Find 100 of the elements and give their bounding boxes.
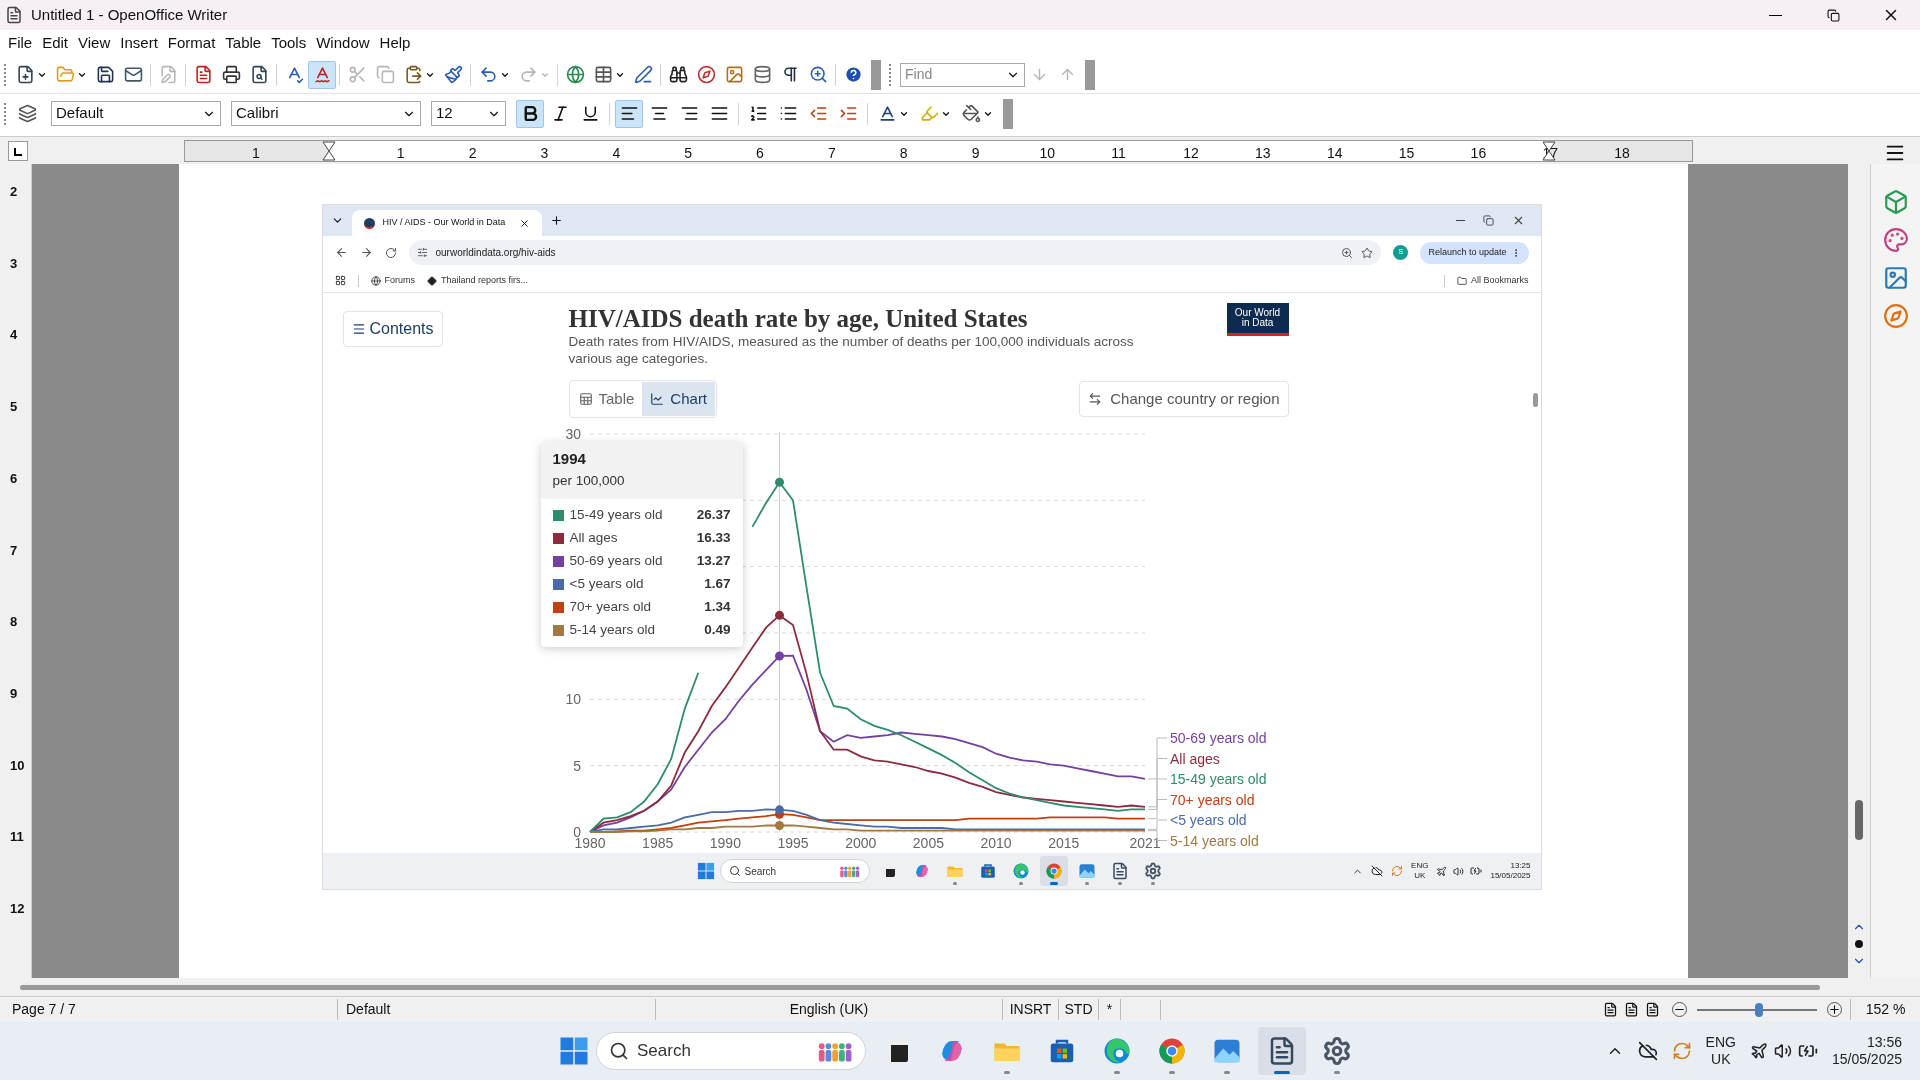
language-indicator[interactable]: ENG UK: [1411, 861, 1429, 881]
series-label: All ages: [1169, 750, 1220, 767]
font-size-dropdown[interactable]: 12: [431, 101, 506, 126]
series-value: 16.33: [696, 529, 731, 548]
x-tick-label: 2015: [1047, 835, 1079, 850]
x-tick-label: 1995: [776, 835, 809, 850]
bookmark[interactable]: Forums: [370, 273, 415, 288]
selection-mode[interactable]: STD: [1059, 999, 1099, 1020]
ruler-number: 14: [1326, 144, 1343, 163]
series-label: 15-49 years old: [1169, 771, 1266, 787]
y-tick-label: 30: [564, 426, 581, 442]
keyboard-region: UK: [1711, 1051, 1731, 1069]
ruler-number: 1: [396, 144, 405, 163]
chart-title: HIV/AIDS death rate by age, United States: [568, 304, 1029, 334]
ruler-number: 9: [10, 684, 18, 703]
series-name: 5-14 years old: [569, 621, 657, 640]
ruler-number: 11: [1111, 144, 1126, 163]
ruler-number: 6: [756, 144, 764, 163]
search-field[interactable]: Search: [719, 859, 870, 883]
series-value: 1.34: [704, 598, 731, 617]
ruler-number: 3: [10, 254, 18, 273]
menu-item[interactable]: Edit: [38, 31, 73, 55]
logo[interactable]: Our World in Data: [1226, 303, 1289, 336]
menu-item[interactable]: Format: [163, 31, 220, 55]
series-label: 50-69 years old: [1169, 730, 1266, 746]
url-text: ourworldindata.org/hiv-aids: [435, 246, 557, 260]
date-text: 15/05/2025: [1490, 871, 1531, 881]
zoom-percentage[interactable]: 152 %: [1850, 999, 1920, 1020]
ruler-number: 7: [827, 144, 836, 163]
ruler-number: 8: [899, 144, 908, 163]
tooltip-year: 1994: [552, 449, 587, 469]
x-tick-label: 1990: [709, 835, 741, 850]
browser-tab[interactable]: HIV / AIDS - Our World in Data: [351, 210, 542, 236]
bookmark[interactable]: Thailand reports firs...: [427, 273, 529, 288]
view-tab[interactable]: Chart: [642, 382, 716, 416]
series-label: 5-14 years old: [1169, 832, 1259, 849]
contents-button[interactable]: Contents: [342, 311, 443, 347]
series-label: <5 years old: [1169, 812, 1247, 828]
all-bookmarks[interactable]: All Bookmarks: [1457, 273, 1529, 288]
ruler-number: 18: [1614, 144, 1630, 163]
language-code: ENG: [1705, 1033, 1736, 1051]
vertical-ruler[interactable]: 2 3 4 5 6 7 8 9 10 11 12: [0, 164, 32, 978]
insert-mode[interactable]: INSRT: [1003, 999, 1059, 1020]
ruler-number: 4: [612, 144, 621, 163]
series-name: 70+ years old: [569, 598, 652, 617]
series-label: 70+ years old: [1169, 791, 1254, 808]
ruler-number: 1: [252, 144, 260, 163]
ruler-number: 8: [10, 613, 18, 632]
x-tick-label: 2010: [980, 835, 1012, 850]
ruler-number: 10: [10, 756, 25, 775]
menu-item[interactable]: Tools: [267, 31, 311, 55]
language-text[interactable]: English (UK): [656, 999, 1003, 1020]
ruler-number: 2: [468, 144, 477, 163]
ruler-number: 12: [10, 900, 25, 918]
ruler-number: 5: [10, 398, 18, 417]
address-bar[interactable]: ourworldindata.org/hiv-aids: [408, 240, 1382, 265]
ruler-number: 9: [971, 144, 980, 163]
logo-text: Our World: [1234, 308, 1281, 318]
find-input[interactable]: Find: [905, 64, 1006, 85]
series-name: All ages: [569, 529, 619, 548]
series-name: 15-49 years old: [569, 506, 664, 525]
x-tick-label: 2005: [912, 835, 944, 850]
menu-item[interactable]: Table: [221, 31, 266, 55]
ruler-number: 11: [10, 828, 24, 847]
search-field[interactable]: Search: [596, 1032, 866, 1070]
x-tick-label: 1985: [641, 835, 673, 850]
search-placeholder: Search: [744, 864, 778, 879]
menu-item[interactable]: Help: [375, 31, 415, 55]
ruler-number: 7: [10, 541, 18, 560]
ruler-number: 4: [10, 326, 18, 345]
view-tab[interactable]: Table: [570, 382, 643, 416]
menu-item[interactable]: Window: [312, 31, 374, 55]
language-indicator[interactable]: ENG UK: [1705, 1033, 1736, 1069]
series-value: 1.67: [704, 575, 731, 594]
clock[interactable]: 13:56 15/05/2025: [1831, 1033, 1902, 1069]
menu-item[interactable]: Insert: [116, 31, 162, 55]
paragraph-style-dropdown[interactable]: Default: [51, 101, 221, 126]
ruler-number: 13: [1255, 144, 1271, 163]
tooltip-unit: per 100,000: [552, 471, 626, 490]
series-value: 0.49: [704, 621, 731, 640]
clock[interactable]: 13:25 15/05/2025: [1490, 861, 1531, 881]
window-title: Untitled 1 - OpenOffice Writer: [31, 4, 228, 25]
ruler-number: 2: [10, 183, 18, 201]
font-name-dropdown[interactable]: Calibri: [231, 101, 421, 126]
series-value: 26.37: [696, 506, 731, 525]
y-tick-label: 0: [572, 824, 581, 840]
search-placeholder: Search: [637, 1040, 692, 1063]
menu-item[interactable]: File: [4, 31, 37, 55]
logo-text: in Data: [1241, 318, 1274, 328]
find-field[interactable]: Find: [900, 62, 1025, 87]
menu-item[interactable]: View: [74, 31, 115, 55]
series-name: <5 years old: [569, 575, 645, 594]
ruler-number: 5: [684, 144, 693, 163]
modified-indicator: *: [1099, 999, 1121, 1020]
relaunch-button[interactable]: Relaunch to update: [1420, 241, 1529, 264]
page-indicator: Page 7 / 7: [0, 999, 338, 1020]
page-style[interactable]: Default: [338, 999, 656, 1020]
change-country-button[interactable]: Change country or region: [1079, 381, 1289, 417]
y-tick-label: 10: [564, 691, 581, 708]
ruler-number: 15: [1398, 144, 1415, 163]
